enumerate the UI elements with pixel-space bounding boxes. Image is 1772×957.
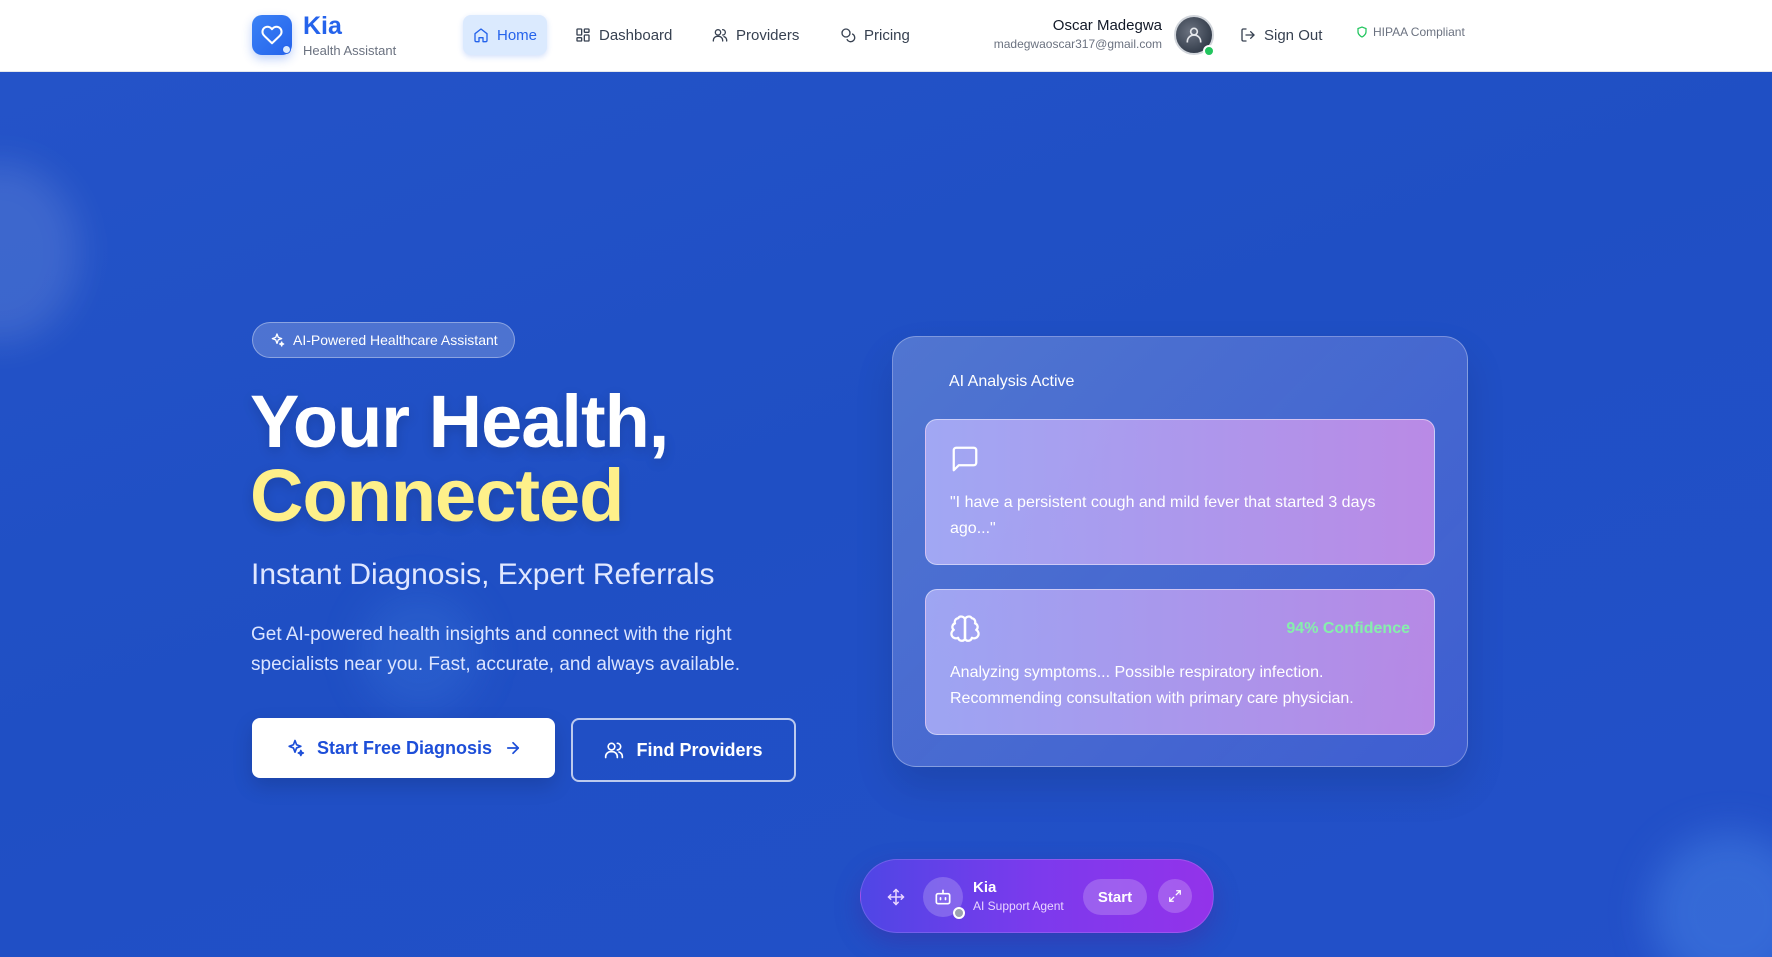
logo[interactable]: [252, 15, 292, 55]
nav-providers-label: Providers: [736, 26, 800, 44]
log-out-icon: [1241, 28, 1255, 42]
arrow-right-icon: [506, 741, 520, 755]
move-icon[interactable]: [887, 888, 905, 906]
ai-analysis-text: Analyzing symptoms... Possible respirato…: [950, 664, 1354, 707]
brand-name[interactable]: Kia: [303, 12, 342, 41]
brain-icon: [950, 615, 980, 642]
decorative-blob: [1650, 832, 1772, 957]
user-name: Oscar Madegwa: [1052, 17, 1162, 34]
coins-icon: [841, 28, 856, 43]
shield-icon: [1357, 26, 1367, 38]
top-navbar: Kia Health Assistant Home Dashboard Prov…: [0, 0, 1772, 72]
decorative-blob: [0, 162, 80, 342]
nav-home[interactable]: Home: [463, 15, 548, 55]
nav-pricing[interactable]: Pricing: [830, 15, 920, 55]
dashboard-icon: [576, 28, 590, 42]
sign-out-button[interactable]: Sign Out: [1240, 15, 1322, 55]
hipaa-label: HIPAA Compliant: [1373, 25, 1465, 39]
brand-subtitle: Health Assistant: [303, 43, 397, 58]
find-providers-button[interactable]: Find Providers: [571, 718, 796, 782]
users-icon: [712, 29, 728, 42]
find-providers-label: Find Providers: [636, 739, 763, 760]
nav-providers[interactable]: Providers: [702, 15, 809, 55]
online-status-dot: [1203, 45, 1215, 57]
bot-icon: [935, 889, 951, 905]
sparkles-icon: [271, 333, 285, 347]
home-icon: [474, 28, 488, 43]
agent-role: AI Support Agent: [973, 899, 1064, 913]
badge-label: AI-Powered Healthcare Assistant: [293, 332, 498, 348]
agent-name: Kia: [973, 879, 997, 896]
expand-icon: [1169, 890, 1181, 902]
hipaa-badge: HIPAA Compliant: [1356, 25, 1465, 39]
sparkles-icon: [288, 739, 305, 757]
agent-start-button[interactable]: Start: [1083, 879, 1147, 915]
user-message-box: "I have a persistent cough and mild feve…: [925, 419, 1435, 565]
expand-button[interactable]: [1158, 879, 1192, 913]
user-email: madegwaoscar317@gmail.com: [993, 37, 1162, 51]
agent-status-dot: [953, 907, 965, 919]
chat-bubble-icon: [952, 446, 978, 472]
hero-subtitle: Instant Diagnosis, Expert Referrals: [251, 558, 715, 591]
ai-analysis-card: AI Analysis Active "I have a persistent …: [892, 336, 1468, 767]
user-message-text: "I have a persistent cough and mild feve…: [950, 494, 1376, 537]
nav-pricing-label: Pricing: [864, 26, 910, 44]
sign-out-label: Sign Out: [1264, 26, 1323, 44]
start-free-diagnosis-button[interactable]: Start Free Diagnosis: [252, 718, 555, 778]
users-icon: [605, 742, 624, 759]
ai-analysis-box: 94% Confidence Analyzing symptoms... Pos…: [925, 589, 1435, 735]
start-free-diagnosis-label: Start Free Diagnosis: [316, 737, 493, 758]
user-photo-icon: [1186, 27, 1202, 43]
logo-status-dot: [282, 45, 291, 54]
nav-home-label: Home: [497, 26, 538, 44]
confidence-score: 94% Confidence: [1286, 620, 1410, 637]
nav-dashboard-label: Dashboard: [599, 26, 673, 44]
hero-title-line2: Connected: [250, 454, 624, 537]
ai-status-label: AI Analysis Active: [949, 373, 1075, 390]
hero-title-line1: Your Health,: [250, 380, 669, 463]
hero-description: Get AI-powered health insights and conne…: [251, 624, 740, 675]
ai-support-agent-widget[interactable]: Kia AI Support Agent Start: [860, 859, 1214, 933]
nav-dashboard[interactable]: Dashboard: [565, 15, 682, 55]
heart-icon: [261, 25, 283, 45]
ai-powered-badge: AI-Powered Healthcare Assistant: [252, 322, 515, 358]
